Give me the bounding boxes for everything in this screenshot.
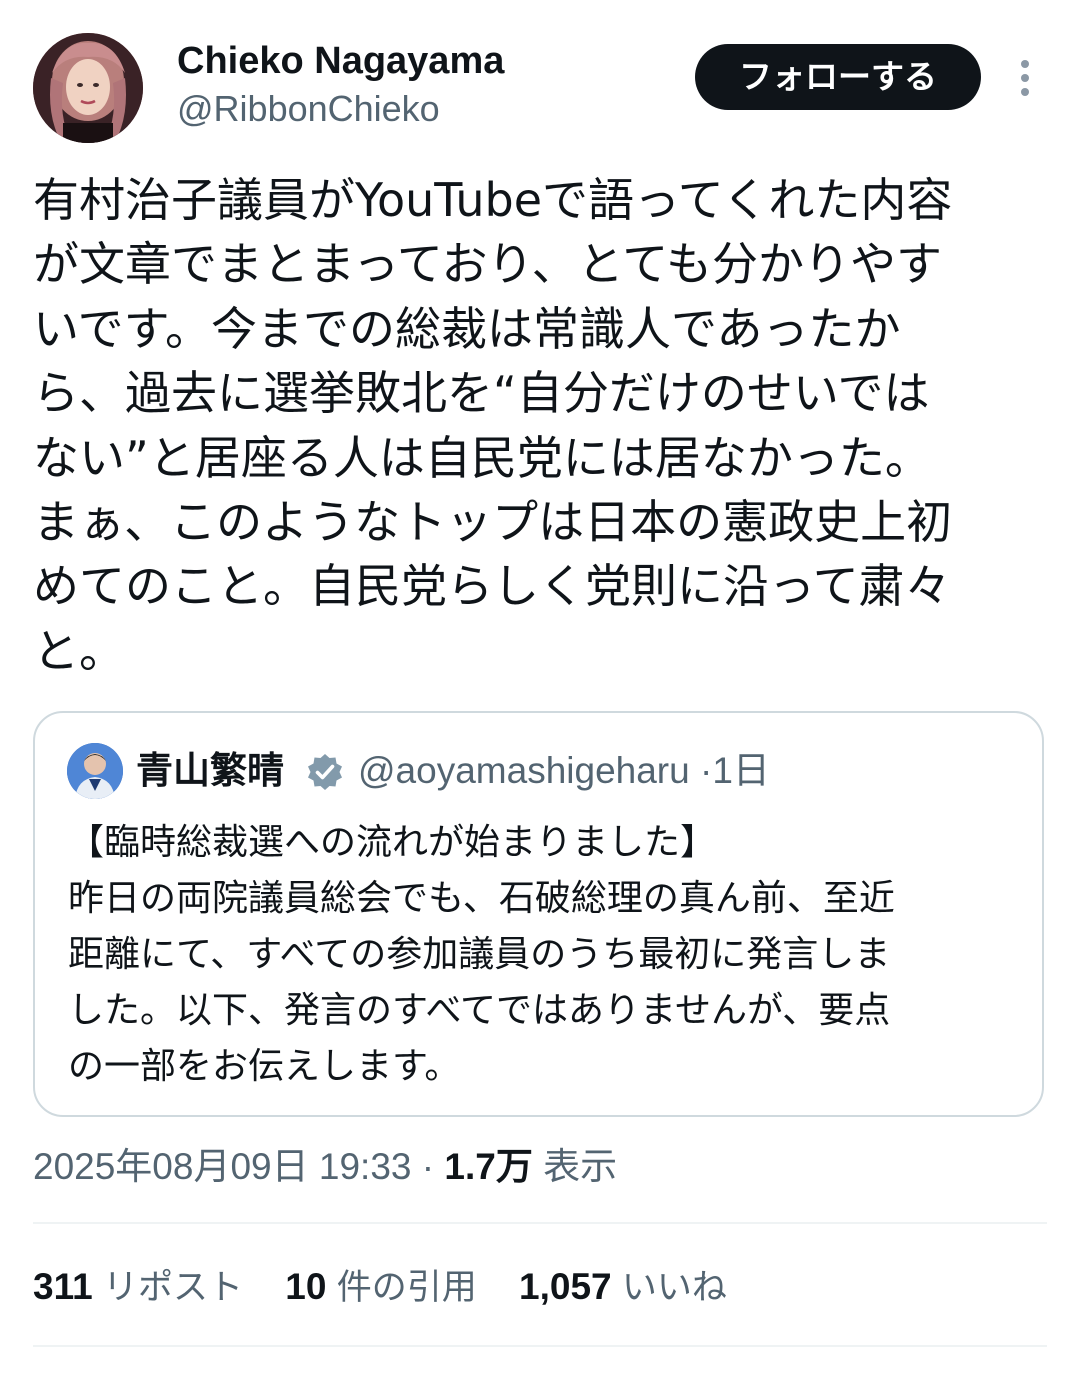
quoted-tweet-card[interactable]: 青山繁晴 @aoyamashigeharu ·1日 【臨時総裁選への流れが始まり…	[33, 711, 1044, 1117]
quoted-author-name: 青山繁晴	[136, 749, 284, 792]
author-avatar[interactable]	[33, 33, 143, 143]
quotes-label: 件の引用	[336, 1268, 477, 1308]
quoted-tweet-age: 1日	[712, 750, 770, 791]
quoted-tweet-text: 【臨時総裁選への流れが始まりました】 昨日の両院議員総会でも、石破総理の真ん前、…	[68, 822, 895, 1087]
engagement-stats: 311 リポスト 10 件の引用 1,057 いいね	[33, 1262, 759, 1312]
likes-label: いいね	[621, 1268, 727, 1308]
tweet-timestamp[interactable]: 2025年08月09日 19:33	[33, 1146, 412, 1187]
tweet-timestamp-row: 2025年08月09日 19:33 · 1.7万 表示	[33, 1142, 617, 1192]
more-vertical-icon	[1021, 60, 1029, 96]
quoted-profile-photo-icon	[67, 743, 123, 799]
quoted-tweet-meta: @aoyamashigeharu ·1日	[358, 747, 770, 795]
quotes-count: 10	[285, 1266, 327, 1307]
profile-photo-avatar-icon	[33, 33, 143, 143]
quoted-author-avatar	[67, 743, 123, 799]
verified-badge-icon	[305, 752, 345, 792]
reposts-label: リポスト	[102, 1268, 243, 1308]
likes-count: 1,057	[519, 1266, 612, 1307]
views-count: 1.7万	[444, 1146, 533, 1187]
tweet-text: 有村治子議員がYouTubeで語ってくれた内容 が文章でまとまっており、とても分…	[33, 173, 953, 678]
more-options-button[interactable]	[1004, 56, 1046, 100]
quotes-stat[interactable]: 10 件の引用	[285, 1262, 476, 1313]
follow-button[interactable]: フォローする	[695, 44, 981, 110]
quoted-author-handle: @aoyamashigeharu	[358, 750, 690, 791]
likes-stat[interactable]: 1,057 いいね	[519, 1262, 727, 1313]
tweet-header: Chieko Nagayama @RibbonChieko フォローする	[0, 0, 1080, 150]
meta-separator: ·	[699, 750, 713, 791]
views-label: 表示	[543, 1146, 618, 1187]
meta-separator: ·	[421, 1146, 435, 1187]
author-handle[interactable]: @RibbonChieko	[177, 87, 440, 131]
reposts-stat[interactable]: 311 リポスト	[33, 1262, 243, 1313]
author-display-name[interactable]: Chieko Nagayama	[177, 38, 504, 84]
divider	[33, 1345, 1047, 1347]
divider	[33, 1222, 1047, 1224]
reposts-count: 311	[33, 1266, 93, 1307]
